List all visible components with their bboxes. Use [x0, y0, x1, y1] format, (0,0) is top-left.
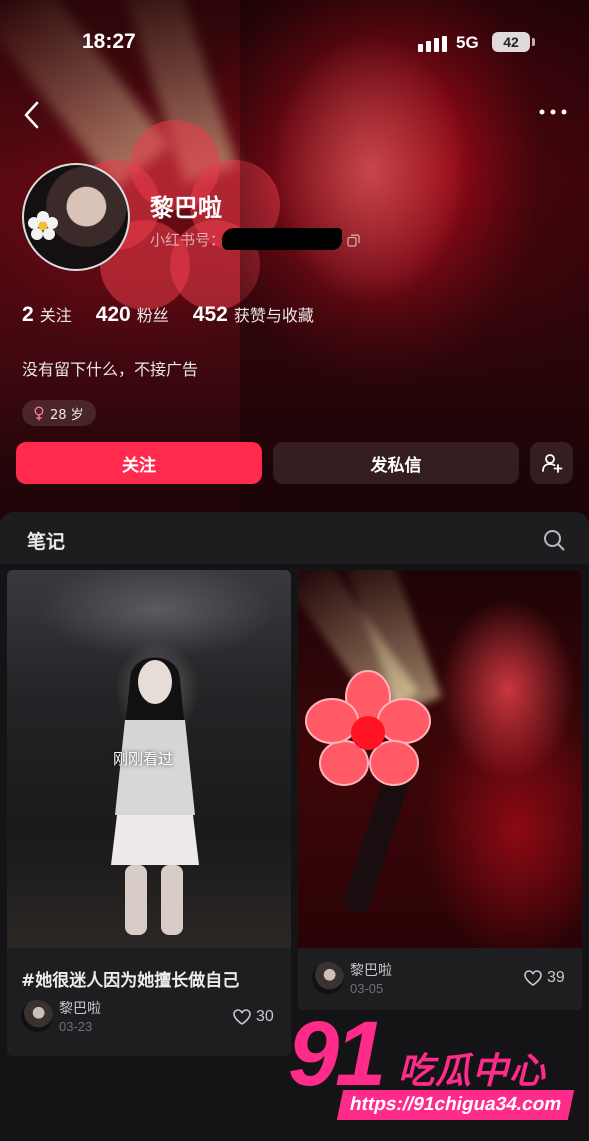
female-icon [34, 406, 44, 420]
watermark-logo-number: 91 [288, 1003, 386, 1105]
profile-name: 黎巴啦 [150, 194, 222, 222]
profile-stats: 2 关注 420 粉丝 452 获赞与收藏 [22, 302, 338, 332]
notes-tab-bar: 笔记 [0, 512, 589, 564]
status-time: 18:27 [82, 30, 136, 53]
age-tag: 28 岁 [22, 400, 96, 426]
recently-viewed-label: 刚刚看过 [113, 750, 174, 768]
like-count-value: 39 [547, 969, 565, 986]
watermark-logo-text: 吃瓜中心 [398, 1051, 547, 1092]
battery-icon: 42 [492, 32, 530, 52]
author-avatar [312, 962, 344, 994]
status-bar: 18:27 5G 42 [0, 28, 589, 60]
like-count[interactable]: 30 [233, 1008, 274, 1026]
stat-following[interactable]: 2 关注 [22, 302, 72, 327]
stat-label: 粉丝 [136, 306, 169, 325]
stat-followers[interactable]: 420 粉丝 [96, 302, 169, 327]
like-count[interactable]: 39 [524, 969, 565, 987]
add-friend-button[interactable] [530, 442, 573, 484]
heart-icon [233, 1009, 251, 1025]
search-icon[interactable] [542, 528, 566, 552]
like-count-value: 30 [256, 1008, 274, 1025]
note-cover-image [298, 570, 582, 948]
note-date: 03-05 [350, 981, 384, 996]
note-date: 03-23 [59, 1019, 93, 1034]
battery-cap [532, 38, 535, 46]
stat-number: 2 [22, 303, 34, 326]
heart-icon [524, 970, 542, 986]
back-icon[interactable] [18, 98, 48, 132]
stat-label: 关注 [39, 306, 72, 325]
redacted-id [222, 228, 342, 250]
flower-lightstick-icon [305, 670, 431, 786]
author-avatar [21, 1000, 53, 1032]
stat-label: 获赞与收藏 [233, 306, 314, 325]
note-cover-image: 刚刚看过 [7, 570, 291, 948]
network-type: 5G [456, 33, 479, 52]
stat-number: 452 [192, 303, 228, 326]
flower-sticker-icon [28, 211, 58, 240]
copy-icon[interactable] [347, 232, 360, 247]
note-author[interactable]: 黎巴啦 03-23 [21, 1000, 101, 1036]
profile-bio: 没有留下什么，不接广告 [22, 360, 199, 379]
tab-notes[interactable]: 笔记 [27, 527, 65, 554]
note-card[interactable]: 刚刚看过 #她很迷人因为她擅长做自己 黎巴啦 03-23 30 [7, 570, 291, 1056]
add-friend-icon [541, 454, 562, 473]
signal-icon [418, 36, 448, 52]
redbook-id-label: 小红书号： [150, 231, 226, 249]
age-tag-label: 28 岁 [50, 407, 84, 423]
watermark-url: https://91chigua34.com [336, 1090, 575, 1120]
author-name: 黎巴啦 [350, 963, 392, 979]
more-icon[interactable] [538, 100, 568, 124]
avatar[interactable] [22, 163, 130, 271]
note-author[interactable]: 黎巴啦 03-05 [312, 962, 392, 998]
note-card[interactable]: 黎巴啦 03-05 39 [298, 570, 582, 1010]
note-title: #她很迷人因为她擅长做自己 [21, 971, 240, 991]
site-watermark: 91 吃瓜中心 https://91chigua34.com [288, 1004, 583, 1125]
follow-button[interactable]: 关注 [16, 442, 262, 484]
message-button[interactable]: 发私信 [273, 442, 519, 484]
stat-likes-collects[interactable]: 452 获赞与收藏 [193, 302, 314, 327]
portrait-figure [111, 657, 199, 935]
stat-number: 420 [95, 303, 131, 326]
author-name: 黎巴啦 [59, 1001, 101, 1017]
